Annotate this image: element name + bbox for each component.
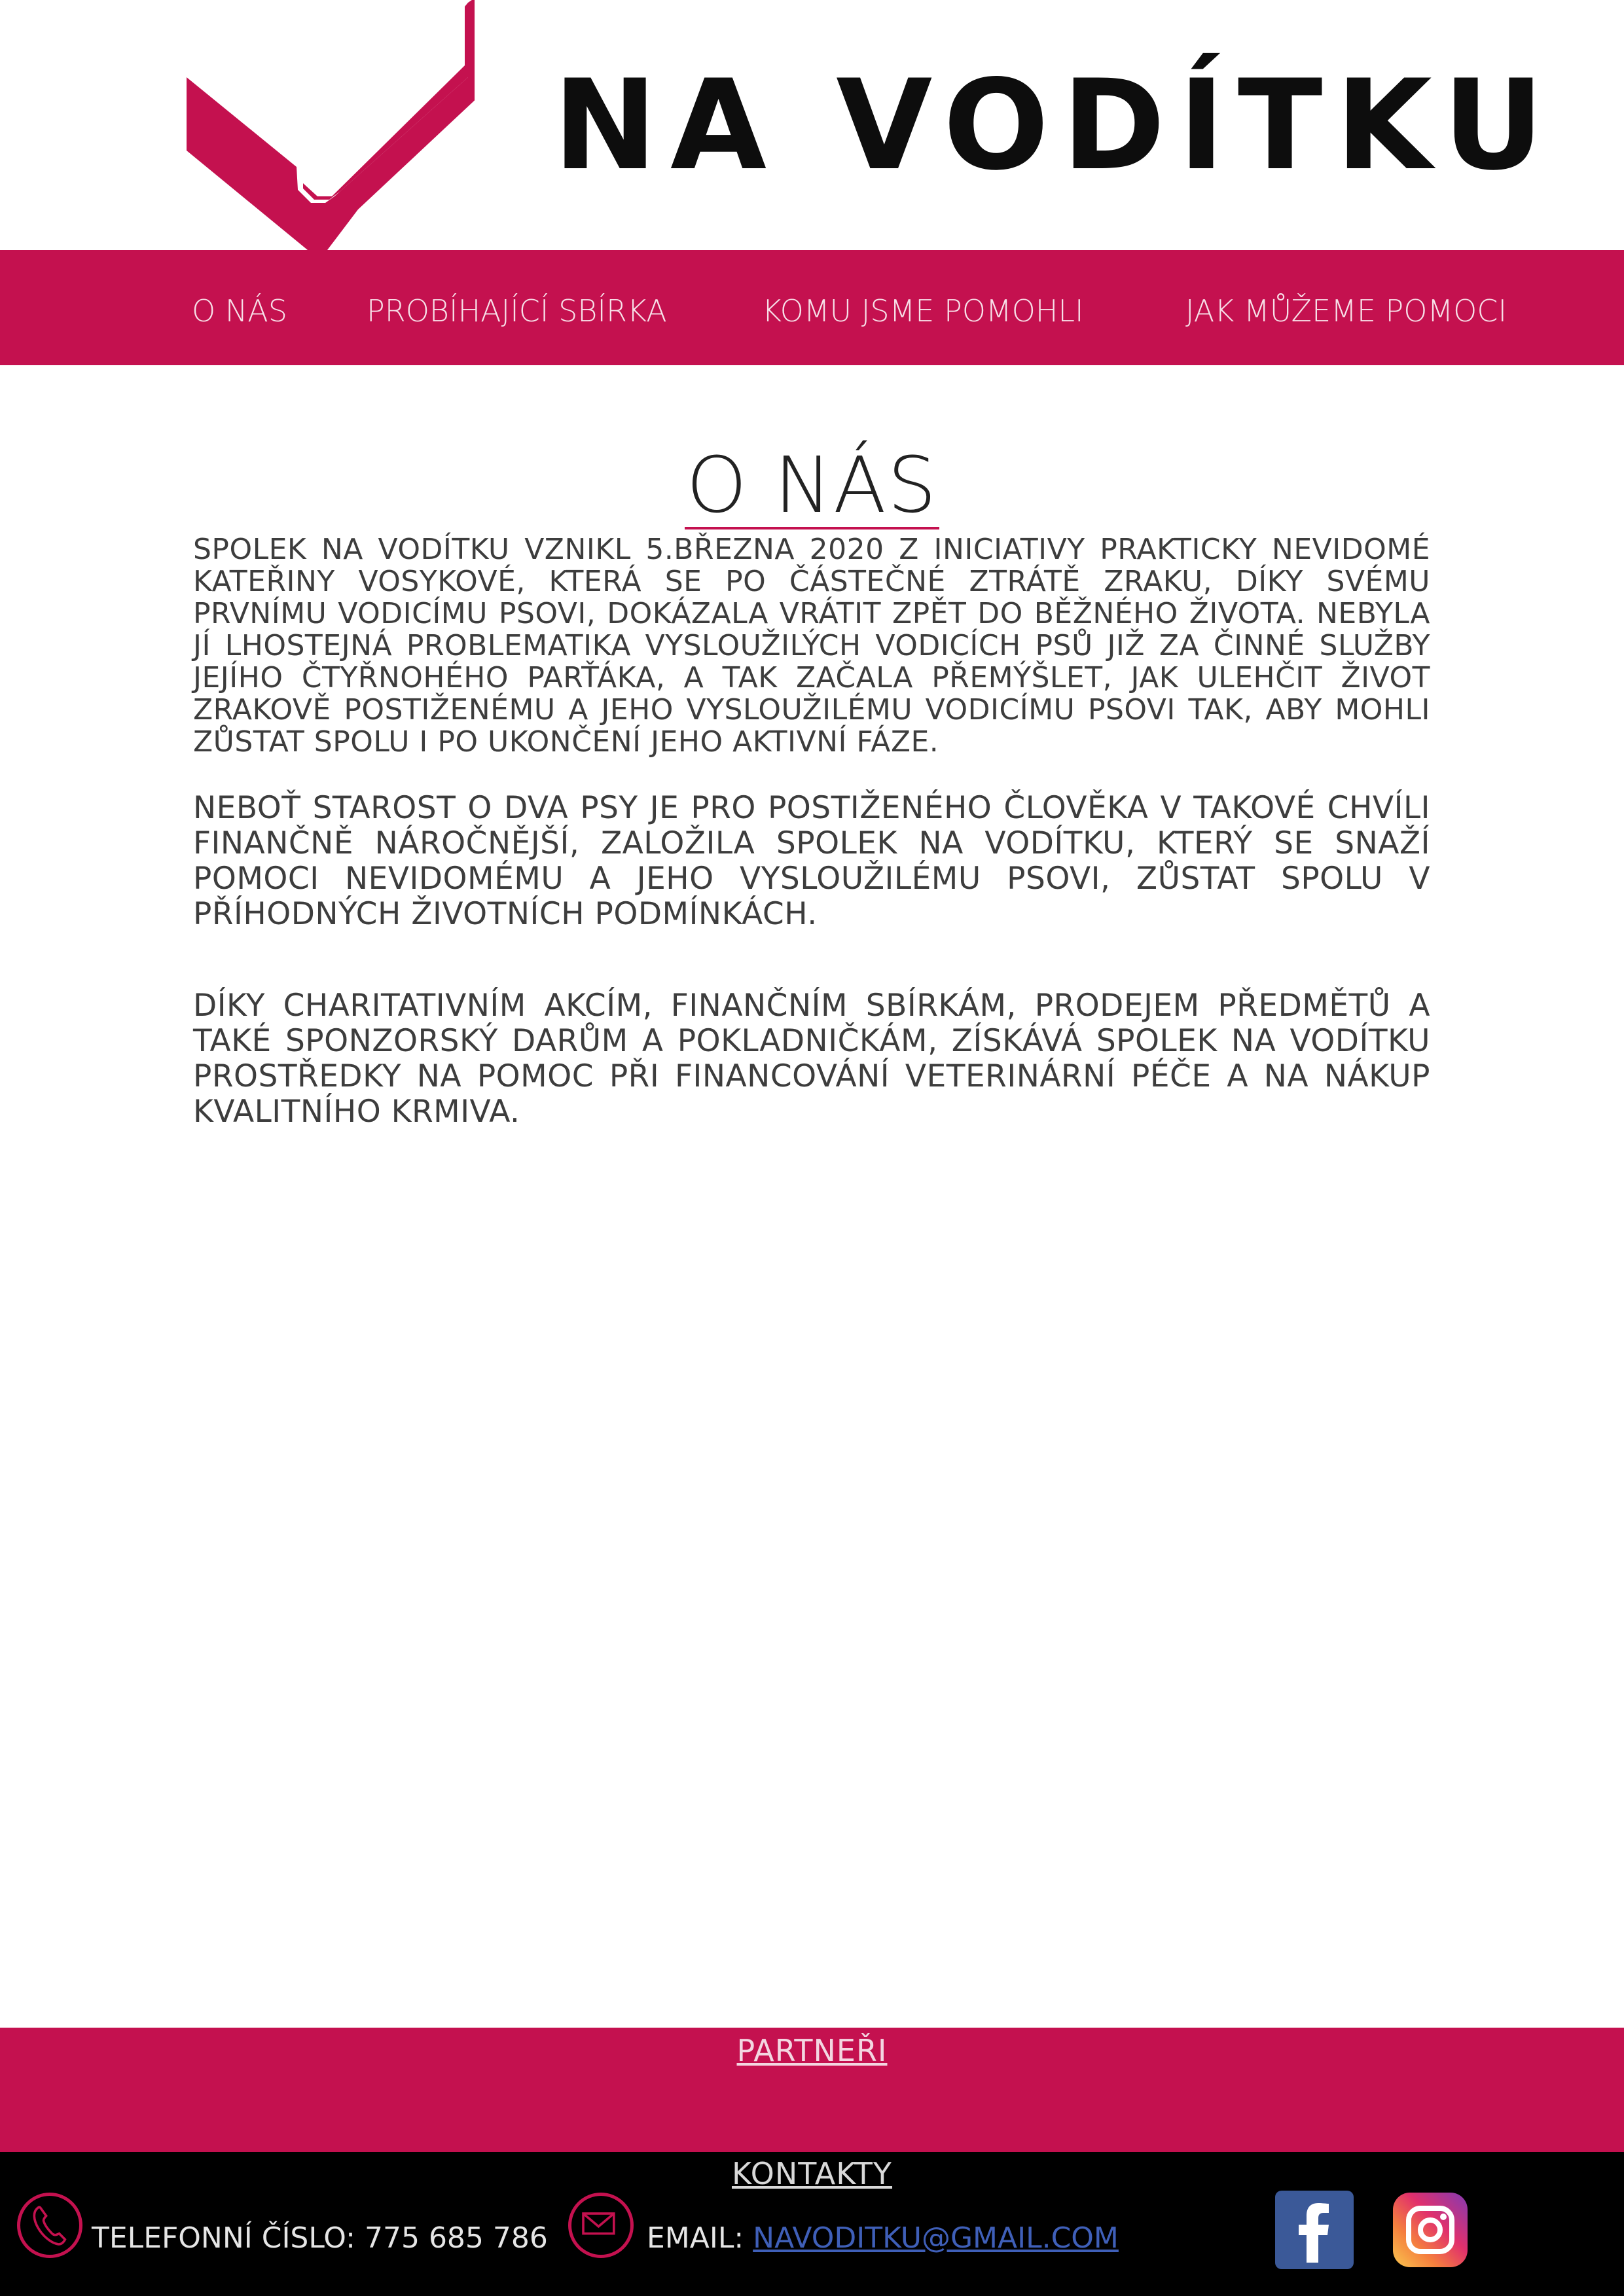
about-paragraph-3: Díky charitativním akcím, finančním sbír… xyxy=(193,988,1430,1130)
instagram-icon[interactable] xyxy=(1393,2193,1468,2267)
email-link[interactable]: NAVODITKU@GMAIL.COM xyxy=(753,2221,1119,2255)
email-label: EMAIL: xyxy=(647,2221,753,2255)
email-contact: EMAIL: NAVODITKU@GMAIL.COM xyxy=(647,2212,1119,2265)
site-header: NA VODÍTKU xyxy=(0,0,1624,250)
page-title-text: O NÁS xyxy=(685,440,939,530)
partners-link[interactable]: PARTNEŘI xyxy=(0,2033,1624,2068)
about-paragraph-2: Neboť starost o dva psy je pro postižené… xyxy=(193,790,1430,932)
mail-icon xyxy=(568,2193,634,2258)
phone-number: TELEFONNÍ ČÍSLO: 775 685 786 xyxy=(92,2221,548,2255)
nav-item-jak-muzeme-pomoci[interactable]: JAK MŮŽEME POMOCI xyxy=(1185,250,1507,365)
checkmark-logo[interactable] xyxy=(187,0,475,252)
nav-item-komu-jsme-pomohli[interactable]: KOMU JSME POMOHLI xyxy=(762,250,1084,365)
main-nav: O NÁS PROBÍHAJÍCÍ SBÍRKA KOMU JSME POMOH… xyxy=(0,250,1624,365)
about-paragraph-1: Spolek Na vodítku vznikl 5.března 2020 z… xyxy=(193,533,1430,759)
site-brand-title[interactable]: NA VODÍTKU xyxy=(553,47,1557,204)
partners-section: PARTNEŘI xyxy=(0,2028,1624,2152)
contacts-link[interactable]: KONTAKTY xyxy=(0,2156,1624,2191)
nav-item-probihajici-sbirka[interactable]: PROBÍHAJÍCÍ SBÍRKA xyxy=(367,250,667,365)
nav-item-o-nas[interactable]: O NÁS xyxy=(192,250,287,365)
phone-icon xyxy=(17,2193,82,2258)
facebook-icon[interactable] xyxy=(1275,2191,1354,2269)
contacts-section: KONTAKTY TELEFONNÍ ČÍSLO: 775 685 786 EM… xyxy=(0,2152,1624,2296)
page-title: O NÁS xyxy=(0,440,1624,530)
